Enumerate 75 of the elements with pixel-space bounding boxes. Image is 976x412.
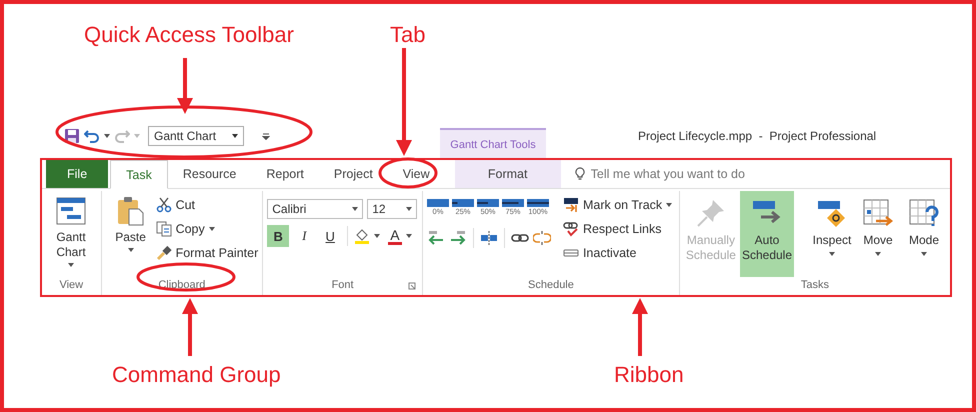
task-bar-icon (526, 199, 549, 207)
ribbon-tab[interactable]: Format (454, 160, 561, 188)
mark-on-track-icon (562, 197, 579, 213)
copy-icon (156, 221, 172, 237)
save-icon[interactable] (64, 128, 80, 144)
task-bar-icon (452, 199, 474, 207)
annotation-label: Ribbon (614, 362, 684, 388)
annotation-arrow (177, 58, 193, 114)
format-toggle[interactable]: I (293, 225, 316, 247)
font-family-dropdown[interactable]: Calibri (267, 199, 364, 219)
schedule-command[interactable]: Respect Links (562, 219, 672, 239)
ribbon-tab[interactable]: Report (251, 160, 319, 188)
calendar-question-icon (908, 197, 940, 229)
paste-button[interactable]: Paste (106, 191, 156, 277)
task-mode-button[interactable]: Auto Schedule (740, 191, 794, 277)
indent-icon[interactable] (448, 230, 467, 246)
clipboard-command[interactable]: Copy (156, 219, 258, 239)
outdent-icon[interactable] (426, 230, 445, 246)
lightbulb-icon (574, 167, 585, 181)
scissors-icon (156, 197, 172, 213)
caret-icon (232, 134, 238, 138)
format-toggle[interactable]: U (319, 225, 342, 247)
paintbrush-icon (156, 245, 172, 261)
clipboard-command[interactable]: Cut (156, 195, 258, 215)
caret-icon (406, 207, 412, 211)
task-bar-icon (476, 199, 499, 207)
group-label: Schedule (528, 278, 574, 293)
undo-icon[interactable] (84, 128, 100, 144)
caret-icon (921, 252, 927, 256)
schedule-command[interactable]: Mark on Track (562, 195, 672, 215)
gantt-chart-icon (55, 195, 87, 227)
calendar-arrow-icon (862, 197, 894, 229)
font-size-dropdown[interactable]: 12 (367, 199, 418, 219)
contextual-tab-group: Gantt Chart Tools (440, 128, 546, 158)
caret-icon (128, 248, 134, 252)
link-check-icon (562, 221, 579, 237)
format-toggle[interactable]: B (267, 225, 290, 247)
ribbon-tab[interactable]: Project (318, 160, 388, 188)
split-task-icon[interactable] (480, 230, 498, 246)
group-label: View (59, 278, 84, 293)
caret-icon[interactable] (374, 234, 380, 238)
annotation-label: Command Group (112, 362, 281, 388)
annotation-label: Quick Access Toolbar (84, 22, 294, 48)
ribbon-tab[interactable]: Task (110, 160, 168, 189)
tell-me-field[interactable]: Tell me what you want to do (590, 167, 781, 181)
caret-icon (829, 252, 835, 256)
annotation-label: Tab (390, 22, 426, 48)
task-bar-icon (502, 199, 524, 207)
group-label: Font (332, 278, 354, 293)
task-mode-button[interactable]: Move (856, 191, 900, 277)
caret-icon[interactable] (104, 134, 110, 138)
gantt-chart-button[interactable]: Gantt Chart (46, 191, 96, 277)
task-bar-icon (426, 199, 449, 207)
caret-icon (875, 252, 881, 256)
fill-color-icon[interactable] (354, 228, 370, 244)
pushpin-icon (694, 197, 727, 229)
view-dropdown[interactable]: Gantt Chart (148, 126, 244, 146)
caret-icon[interactable] (406, 234, 412, 238)
customize-icon[interactable] (262, 132, 270, 140)
ribbon-tab[interactable]: View (388, 160, 445, 188)
caret-icon (666, 203, 672, 207)
unlink-icon[interactable] (532, 230, 551, 246)
window-title: Project Lifecycle.mpp - Project Professional (638, 129, 876, 143)
caret-icon (68, 263, 74, 267)
clipboard-command[interactable]: Format Painter (156, 243, 258, 263)
schedule-command[interactable]: Inactivate (562, 243, 672, 263)
caret-icon (208, 227, 215, 231)
ribbon-tab[interactable]: Resource (168, 160, 252, 188)
task-mode-button[interactable]: Inspect (810, 191, 854, 277)
dialog-launcher-icon[interactable] (408, 282, 416, 290)
ribbon-tab[interactable]: File (46, 160, 108, 188)
font-color-button[interactable]: A (388, 228, 402, 244)
group-label: Tasks (800, 278, 830, 293)
task-mode-button[interactable]: Mode (902, 191, 946, 277)
caret-icon (352, 207, 358, 211)
